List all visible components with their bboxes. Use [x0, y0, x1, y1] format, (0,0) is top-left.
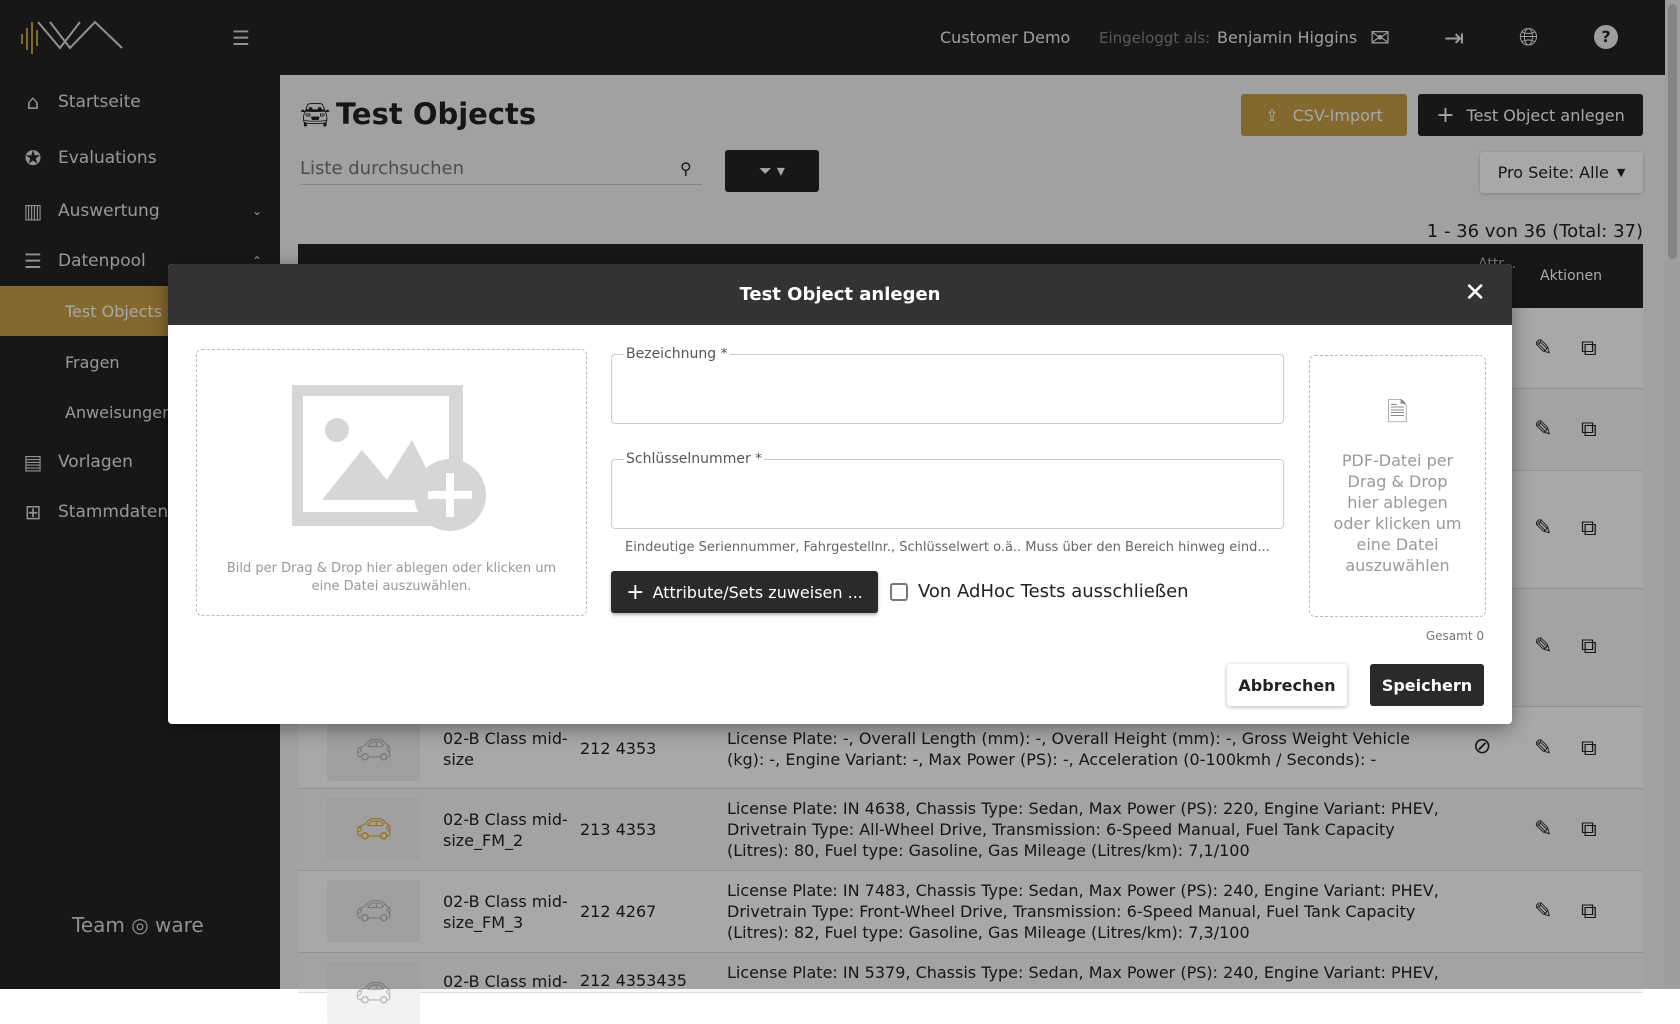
- exclude-adhoc-checkbox[interactable]: [890, 583, 908, 601]
- exclude-adhoc-label[interactable]: Von AdHoc Tests ausschließen: [918, 581, 1189, 602]
- add-image-icon: [292, 385, 486, 531]
- create-test-object-dialog: Test Object anlegen ✕ Bild per Drag & Dr…: [168, 264, 1512, 724]
- assign-attributes-label: Attribute/Sets zuweisen ...: [652, 582, 863, 602]
- pdf-file-icon: 🗎: [1387, 398, 1408, 428]
- schluesselnummer-field[interactable]: Schlüsselnummer *: [611, 451, 1284, 529]
- save-button[interactable]: Speichern: [1370, 664, 1484, 706]
- schluesselnummer-label: Schlüsselnummer *: [624, 451, 765, 467]
- pdf-dropzone-text: PDF-Datei per Drag & Drop hier ablegen o…: [1333, 451, 1462, 575]
- pdf-dropzone[interactable]: 🗎 PDF-Datei per Drag & Drop hier ablegen…: [1309, 355, 1486, 617]
- plus-icon: +: [626, 579, 645, 605]
- dialog-header: Test Object anlegen ✕: [168, 264, 1512, 325]
- schluesselnummer-hint: Eindeutige Seriennummer, Fahrgestellnr.,…: [625, 540, 1270, 555]
- image-dropzone-text: Bild per Drag & Drop hier ablegen oder k…: [226, 561, 557, 594]
- assign-attributes-button[interactable]: + Attribute/Sets zuweisen ...: [611, 571, 878, 613]
- close-icon[interactable]: ✕: [1464, 278, 1486, 308]
- cancel-button[interactable]: Abbrechen: [1227, 664, 1347, 706]
- image-dropzone[interactable]: Bild per Drag & Drop hier ablegen oder k…: [196, 349, 587, 616]
- pdf-total: Gesamt 0: [1425, 629, 1484, 643]
- dialog-title: Test Object anlegen: [739, 284, 941, 305]
- bezeichnung-field[interactable]: Bezeichnung *: [611, 346, 1284, 424]
- bezeichnung-label: Bezeichnung *: [624, 346, 730, 362]
